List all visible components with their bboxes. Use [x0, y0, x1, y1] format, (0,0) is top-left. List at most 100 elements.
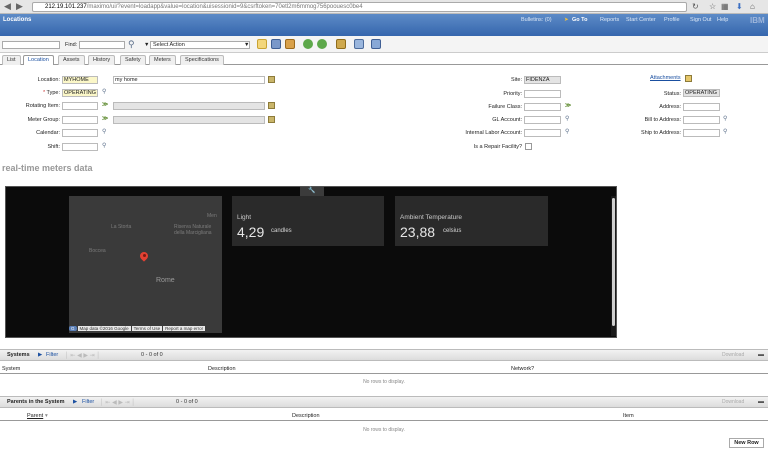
location-description-input[interactable]: my home: [113, 76, 265, 84]
col-system[interactable]: System: [2, 366, 20, 372]
start-center-link[interactable]: Start Center: [626, 17, 656, 23]
internal-labor-input[interactable]: [524, 129, 561, 137]
calendar-lookup-icon[interactable]: ⚲: [102, 128, 106, 135]
reports-link[interactable]: Reports: [600, 17, 619, 23]
repair-facility-checkbox[interactable]: [525, 143, 532, 150]
shift-lookup-icon[interactable]: ⚲: [102, 142, 106, 149]
priority-input[interactable]: [524, 90, 561, 98]
calendar-input[interactable]: [62, 129, 98, 137]
new-record-icon[interactable]: [257, 39, 267, 49]
status-label: Status:: [663, 91, 681, 97]
collapse-icon[interactable]: ▬: [758, 352, 764, 358]
search-icon[interactable]: ⚲: [128, 39, 135, 50]
type-lookup-icon[interactable]: ⚲: [102, 88, 106, 95]
ship-to-address-input[interactable]: [683, 129, 720, 137]
flow-icon[interactable]: [354, 39, 364, 49]
forward-icon[interactable]: ▶: [16, 1, 23, 12]
next-record-icon[interactable]: [317, 39, 327, 49]
map-report-error-link[interactable]: Report a map error: [163, 326, 206, 331]
map[interactable]: La Storta Riserva Naturale della Marcigl…: [69, 196, 222, 333]
tab-specifications[interactable]: Specifications: [180, 55, 224, 65]
bill-to-lookup-icon[interactable]: ⚲: [723, 115, 727, 122]
edit-icon[interactable]: [285, 39, 295, 49]
action-chevron-icon[interactable]: ▼: [144, 42, 149, 48]
col-item[interactable]: Item: [623, 413, 634, 419]
rotating-item-input[interactable]: [62, 102, 98, 110]
help-link[interactable]: Help: [717, 17, 728, 23]
url-bar[interactable]: 212.19.101.237/maximo/ui/?event=loadapp&…: [32, 2, 687, 12]
long-description-icon[interactable]: [268, 76, 275, 83]
sign-out-link[interactable]: Sign Out: [690, 17, 711, 23]
map-terms-link[interactable]: Terms of Use: [131, 326, 163, 331]
parents-download-link[interactable]: Download: [722, 399, 744, 405]
sort-icon[interactable]: ▾: [45, 413, 48, 419]
parents-filter-link[interactable]: Filter: [82, 399, 94, 405]
col-description[interactable]: Description: [208, 366, 236, 372]
tab-location[interactable]: Location: [23, 55, 54, 65]
meter-card-title: Ambient Temperature: [400, 214, 463, 221]
parents-table-header: Parents in the System ▶ Filter │ ⇤ ◀ ▶ ⇥…: [0, 396, 768, 408]
shift-input[interactable]: [62, 143, 98, 151]
rotating-item-detail-icon[interactable]: ≫: [102, 101, 108, 108]
wrench-icon[interactable]: 🔧: [300, 187, 324, 196]
type-input[interactable]: OPERATING: [62, 89, 98, 97]
map-label-men: Men: [207, 213, 217, 219]
scrollbar-thumb[interactable]: [612, 198, 615, 326]
parents-title: Parents in the System: [7, 399, 65, 405]
tab-meters[interactable]: Meters: [149, 55, 176, 65]
url-path: /maximo/ui/?event=loadapp&value=location…: [86, 4, 363, 10]
meter-group-long-desc-icon[interactable]: [268, 116, 275, 123]
filter-icon[interactable]: ▶: [73, 399, 77, 405]
systems-download-link[interactable]: Download: [722, 352, 744, 358]
goto-link[interactable]: Go To: [572, 17, 587, 23]
type-label: * Type:: [0, 90, 60, 96]
bookmark-select[interactable]: [2, 41, 60, 49]
home-icon[interactable]: ⌂: [750, 1, 755, 12]
hierarchy-icon[interactable]: [336, 39, 346, 49]
tab-list[interactable]: List: [2, 55, 21, 65]
col-description[interactable]: Description: [292, 413, 320, 419]
bulletins-link[interactable]: Bulletins: (0): [521, 17, 552, 23]
select-action-dropdown[interactable]: Select Action: [150, 41, 250, 49]
map-label-reserve: Riserva Naturale della Marcigliana: [174, 224, 212, 236]
gl-account-input[interactable]: [524, 116, 561, 124]
systems-table-header: Systems ▶ Filter │ ⇤ ◀ ▶ ⇥ │ 0 - 0 of 0 …: [0, 349, 768, 361]
action-dropdown-icon[interactable]: ▼: [244, 42, 249, 48]
previous-record-icon[interactable]: [303, 39, 313, 49]
meter-card-title: Light: [237, 214, 252, 221]
filter-icon[interactable]: ▶: [38, 352, 42, 358]
tab-safety[interactable]: Safety: [120, 55, 146, 65]
save-icon[interactable]: [271, 39, 281, 49]
bill-to-address-input[interactable]: [683, 116, 720, 124]
address-input[interactable]: [683, 103, 720, 111]
widget-scrollbar[interactable]: [611, 196, 616, 336]
find-input[interactable]: [79, 41, 125, 49]
tab-assets[interactable]: Assets: [58, 55, 85, 65]
ship-to-lookup-icon[interactable]: ⚲: [723, 128, 727, 135]
col-network[interactable]: Network?: [511, 366, 534, 372]
col-parent[interactable]: Parent: [27, 413, 43, 419]
failure-class-detail-icon[interactable]: ≫: [565, 102, 571, 109]
attachments-icon[interactable]: [685, 75, 692, 82]
meter-group-detail-icon[interactable]: ≫: [102, 115, 108, 122]
rotating-item-long-desc-icon[interactable]: [268, 102, 275, 109]
systems-filter-link[interactable]: Filter: [46, 352, 58, 358]
profile-link[interactable]: Profile: [664, 17, 680, 23]
tab-history[interactable]: History: [88, 55, 116, 65]
page-nav-icons: │ ⇤ ◀ ▶ ⇥ │: [65, 353, 101, 359]
reader-icon[interactable]: ▦: [721, 1, 729, 12]
download-icon[interactable]: ⬇: [736, 1, 743, 12]
internal-labor-lookup-icon[interactable]: ⚲: [565, 128, 569, 135]
star-icon[interactable]: ☆: [709, 1, 716, 12]
gl-account-lookup-icon[interactable]: ⚲: [565, 115, 569, 122]
collapse-icon[interactable]: ▬: [758, 399, 764, 405]
report-icon[interactable]: [371, 39, 381, 49]
location-input[interactable]: MYHOME: [62, 76, 98, 84]
meter-group-description: [113, 116, 265, 124]
meter-group-input[interactable]: [62, 116, 98, 124]
new-row-button[interactable]: New Row: [729, 438, 764, 448]
attachments-link[interactable]: Attachments: [650, 75, 681, 81]
reload-icon[interactable]: ↻: [692, 1, 699, 12]
back-icon[interactable]: ◀: [4, 1, 11, 12]
failure-class-input[interactable]: [524, 103, 561, 111]
